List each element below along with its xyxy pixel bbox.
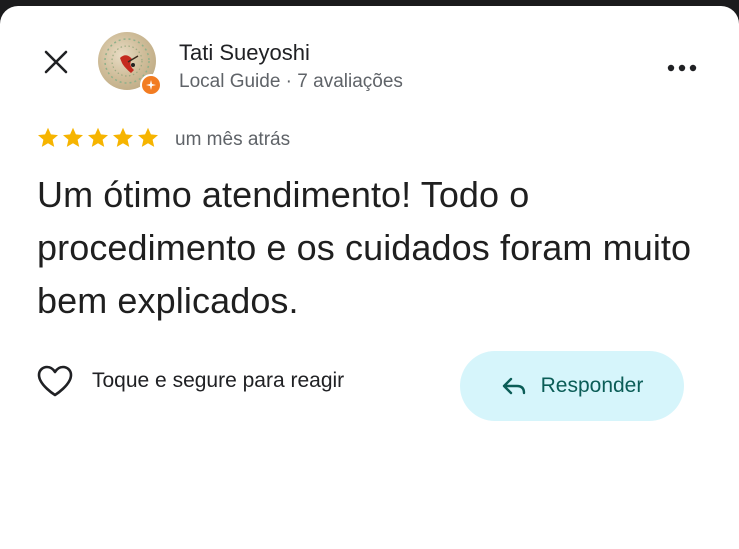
more-vertical-icon bbox=[667, 64, 697, 72]
review-time: um mês atrás bbox=[175, 129, 291, 150]
heart-outline-icon bbox=[37, 365, 73, 397]
author-name[interactable]: Tati Sueyoshi bbox=[179, 40, 310, 66]
react-button[interactable]: Toque e segure para reagir bbox=[36, 364, 344, 398]
review-sheet: Tati Sueyoshi Local Guide · 7 avaliações… bbox=[0, 6, 739, 549]
reply-arrow-icon bbox=[502, 377, 525, 395]
close-icon bbox=[44, 50, 68, 74]
more-options-button[interactable] bbox=[660, 48, 704, 88]
star-icon bbox=[113, 127, 133, 147]
reply-label: Responder bbox=[540, 374, 644, 397]
star-icon bbox=[138, 127, 158, 147]
close-button[interactable] bbox=[36, 42, 76, 82]
local-guide-star-icon bbox=[146, 80, 156, 90]
local-guide-badge bbox=[140, 74, 162, 96]
author-avatar-container[interactable] bbox=[98, 32, 162, 96]
star-icon bbox=[63, 127, 83, 147]
review-text: Um ótimo atendimento! Todo o procediment… bbox=[37, 174, 692, 321]
star-icon bbox=[88, 127, 108, 147]
star-rating bbox=[36, 126, 160, 150]
react-label: Toque e segure para reagir bbox=[92, 369, 345, 392]
star-icon bbox=[38, 127, 58, 147]
reply-button[interactable]: Responder bbox=[460, 351, 684, 421]
author-meta: Local Guide · 7 avaliações bbox=[179, 71, 403, 92]
